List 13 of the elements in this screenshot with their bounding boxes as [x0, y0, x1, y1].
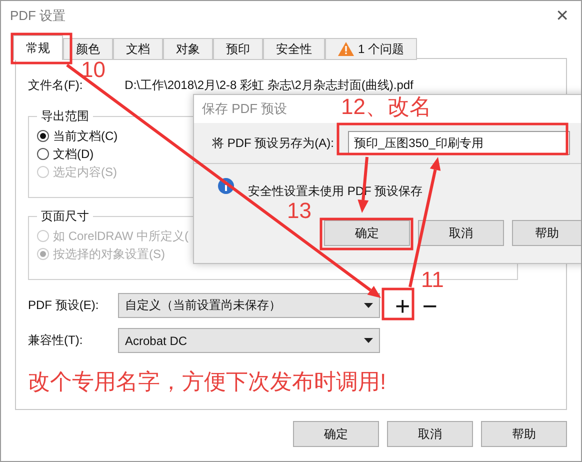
- field-label: PDF 预设(E):: [28, 297, 100, 314]
- field-label: 将 PDF 预设另存为(A):: [212, 134, 334, 152]
- group-title: 导出范围: [40, 108, 90, 125]
- window-title: PDF 设置: [10, 7, 66, 25]
- annotation-label: 12、改名: [341, 96, 432, 118]
- annotation-label: 11: [421, 269, 444, 291]
- group-title: 页面尺寸: [40, 208, 90, 225]
- field-label: 兼容性(T):: [28, 332, 84, 349]
- file-path: D:\工作\2018\2月\2-8 彩虹 杂志\2月杂志封面(曲线).pdf: [124, 77, 414, 94]
- annotation-label: 10: [81, 59, 106, 81]
- annotation-label: 13: [287, 200, 312, 222]
- annotation-note: 改个专用名字，方便下次发布时调用!: [28, 368, 388, 396]
- field-label: 文件名(F):: [28, 78, 83, 94]
